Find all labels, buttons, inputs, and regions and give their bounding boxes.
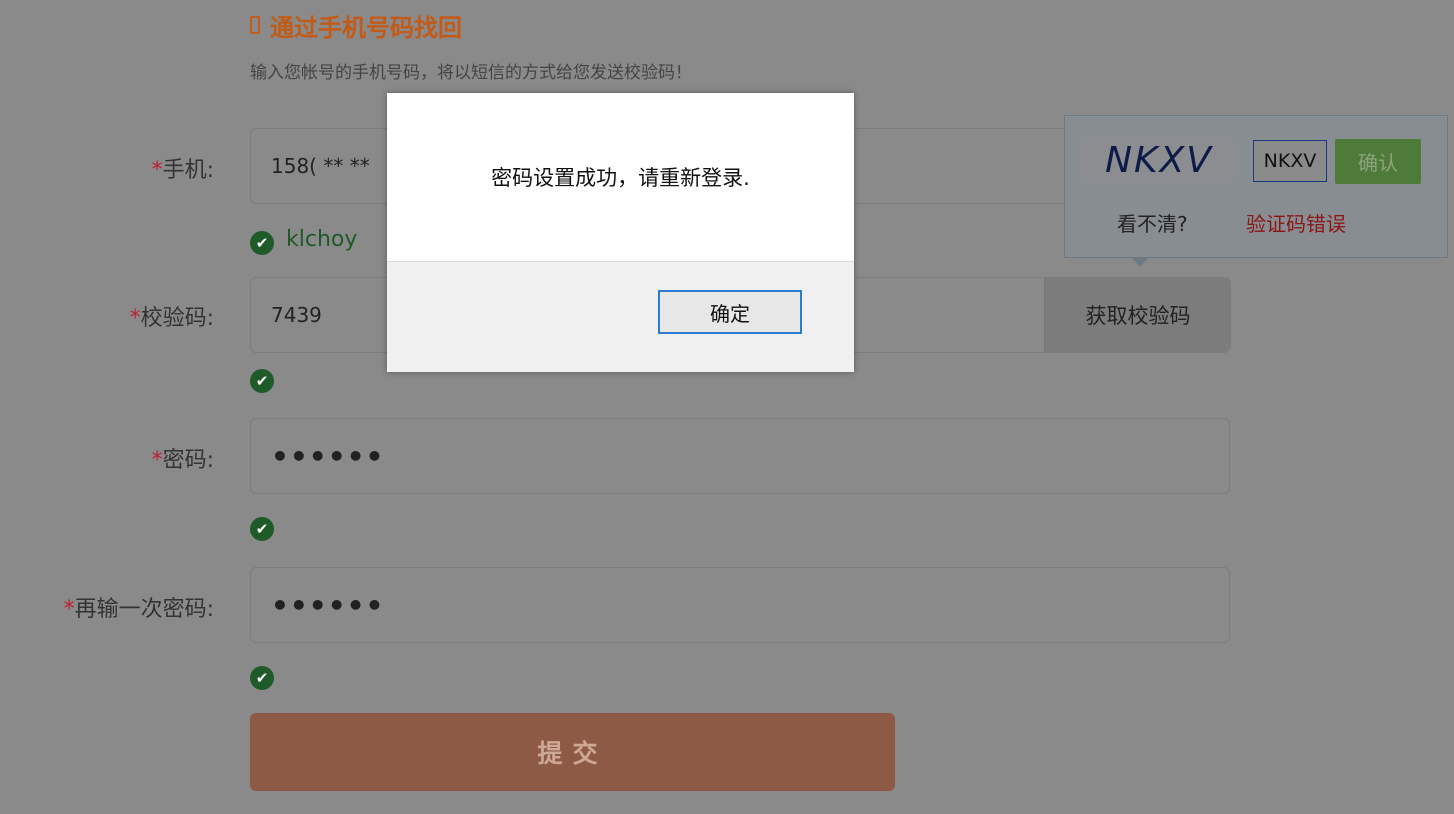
password-label-text: 密码: xyxy=(162,448,214,473)
password-input[interactable]: •••••• xyxy=(250,418,1230,494)
password-input-value: •••••• xyxy=(271,439,385,473)
refresh-captcha-link[interactable]: 看不清? xyxy=(1117,208,1188,237)
required-mark: * xyxy=(129,306,141,331)
password-recovery-page: 通过手机号码找回 输入您帐号的手机号码，将以短信的方式给您发送校验码！ *手机:… xyxy=(0,0,1454,814)
section-subtitle: 输入您帐号的手机号码，将以短信的方式给您发送校验码！ xyxy=(250,63,692,83)
confirm-password-input-value: •••••• xyxy=(271,588,385,622)
dialog-ok-button[interactable]: 确定 xyxy=(658,290,802,334)
required-mark: * xyxy=(151,158,163,183)
password-label: *密码: xyxy=(0,442,214,474)
confirm-password-label-text: 再输一次密码: xyxy=(74,597,214,622)
dialog-message: 密码设置成功，请重新登录. xyxy=(491,166,750,190)
required-mark: * xyxy=(151,448,163,473)
title-text: 通过手机号码找回 xyxy=(270,13,462,42)
code-label-text: 校验码: xyxy=(140,306,214,331)
phone-label: *手机: xyxy=(0,152,214,184)
captcha-input-value: NKXV xyxy=(1263,150,1317,172)
captcha-error-text: 验证码错误 xyxy=(1246,212,1346,236)
alert-dialog: 密码设置成功，请重新登录. 确定 xyxy=(387,93,854,372)
confirm-password-label: *再输一次密码: xyxy=(0,591,214,623)
required-mark: * xyxy=(63,597,75,622)
get-code-button[interactable]: 获取校验码 xyxy=(1044,277,1231,352)
check-circle-icon: ✔ xyxy=(250,231,274,255)
submit-button[interactable]: 提交 xyxy=(250,713,895,791)
section-title: 通过手机号码找回 xyxy=(250,8,462,42)
phone-label-text: 手机: xyxy=(162,158,214,183)
captcha-input[interactable]: NKXV xyxy=(1253,140,1327,182)
captcha-popup-arrow xyxy=(1131,257,1149,267)
check-circle-icon: ✔ xyxy=(250,369,274,393)
mobile-phone-icon xyxy=(250,16,260,34)
confirm-password-input[interactable]: •••••• xyxy=(250,567,1230,643)
code-input-value: 7439 xyxy=(271,303,322,327)
phone-input-value: 158( ** ** xyxy=(271,154,370,178)
captcha-image[interactable]: NKXV xyxy=(1080,138,1238,182)
check-circle-icon: ✔ xyxy=(250,517,274,541)
captcha-confirm-button[interactable]: 确认 xyxy=(1335,139,1421,184)
phone-status-username: klchoy xyxy=(286,227,358,252)
dialog-footer: 确定 xyxy=(387,261,854,372)
captcha-image-text: NKXV xyxy=(1105,139,1213,181)
captcha-popup: NKXV NKXV 确认 看不清? 验证码错误 xyxy=(1064,115,1448,258)
check-circle-icon: ✔ xyxy=(250,666,274,690)
code-label: *校验码: xyxy=(0,300,214,332)
